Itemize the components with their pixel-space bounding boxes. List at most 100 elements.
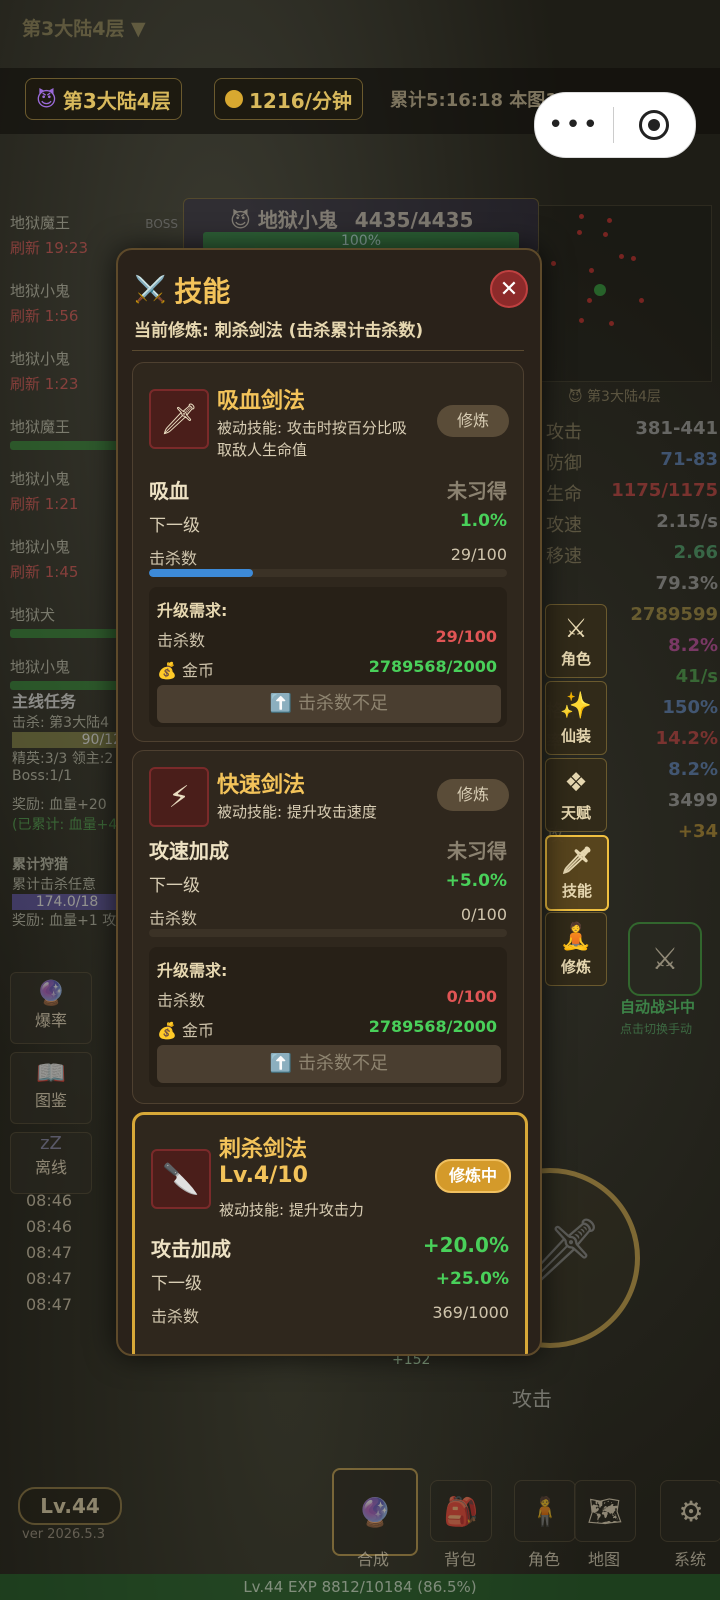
floor-dropdown[interactable]: 第3大陆4层 ▼	[22, 14, 146, 41]
stat-label: 生命	[546, 484, 582, 505]
nav-icon: 🗺	[587, 1494, 623, 1528]
auto-battle-button[interactable]: ⚔	[628, 922, 702, 996]
exp-bar: Lv.44 EXP 8812/10184 (86.5%)	[0, 1574, 720, 1600]
kills-progress-bar	[149, 569, 507, 577]
kills-value: 0/100	[460, 905, 507, 924]
next-value: +5.0%	[445, 871, 507, 891]
log-time: 08:46	[26, 1217, 73, 1236]
bottom-nav-1[interactable]: 🔮	[332, 1468, 418, 1556]
req-gold-value: 2789568/2000	[368, 1017, 497, 1036]
stat-value: 8.2%	[668, 635, 718, 656]
kills-row: 击杀数 0/100	[149, 905, 507, 929]
more-button[interactable]: •••	[535, 110, 613, 140]
codex-button[interactable]: 📖 图鉴	[10, 1052, 92, 1124]
side-tab-1[interactable]: ⚔ 角色	[545, 604, 607, 678]
skill-desc: 被动技能: 提升攻击力	[219, 1201, 364, 1219]
nav-icon: 🧍	[527, 1494, 563, 1528]
side-tab-2[interactable]: ✨ 仙装	[545, 681, 607, 755]
stat-row: 79.3%	[538, 573, 720, 594]
enemy-name: 😈 地狱小鬼 4435/4435	[230, 204, 473, 233]
divider	[132, 350, 524, 351]
enemy-marker	[619, 254, 624, 259]
offline-button[interactable]: zZ 离线	[10, 1132, 92, 1194]
nav-label: 背包	[443, 1550, 476, 1569]
minimap-label: 😈 第3大陆4层	[568, 389, 661, 405]
log-time: 08:47	[26, 1269, 73, 1288]
quest-title: 主线任务	[12, 692, 77, 711]
skill-card-assassin: 🔪 刺杀剑法 Lv.4/10 被动技能: 提升攻击力 修炼中 攻击加成 +20.…	[132, 1112, 528, 1354]
drop-rate-button[interactable]: 🔮 爆率	[10, 972, 92, 1044]
tab-label: 技能	[561, 881, 592, 900]
drop-rate-icon: 🔮	[36, 979, 66, 1007]
enemy-marker	[609, 321, 614, 326]
next-label: 下一级	[151, 1274, 202, 1294]
gold-rate-label: 1216/分钟	[249, 88, 352, 113]
modal-title-label: 技能	[174, 275, 231, 308]
skill-card-quick: ⚡ 快速剑法 被动技能: 提升攻击速度 修炼 攻速加成 未习得 下一级 +5.0…	[132, 750, 524, 1104]
stat-value: 1175/1175	[611, 480, 718, 501]
quest-panel: 主线任务 击杀: 第3大陆4 90/12 精英:3/3 领主:2 Boss:1/…	[12, 688, 122, 930]
bottom-nav-3[interactable]: 🧍	[514, 1480, 576, 1542]
stat-value: 2.66	[673, 542, 718, 563]
enemy-hp-value: 4435/4435	[354, 208, 474, 232]
skill-desc: 被动技能: 提升攻击速度	[217, 803, 377, 821]
skill-level: Lv.4/10	[219, 1163, 308, 1188]
current-training: 当前修炼: 刺杀剑法 (击杀累计击杀数)	[134, 321, 424, 341]
stat-row: 防御 71-83	[538, 449, 720, 475]
kills-label: 击杀数	[149, 909, 198, 928]
tab-label: 天赋	[560, 803, 591, 822]
req-gold-value: 2789568/2000	[368, 657, 497, 676]
book-icon: 📖	[36, 1059, 66, 1087]
combat-log: 08:46 08:46 08:47 08:47 08:47	[26, 1188, 72, 1318]
enemy-marker	[589, 268, 594, 273]
side-tab-3[interactable]: ❖ 天赋	[545, 758, 607, 832]
tab-label: 仙装	[560, 726, 591, 745]
quest-progress: 90/12	[12, 732, 122, 748]
dagger-icon: 🗡	[149, 389, 209, 449]
bottom-nav-2[interactable]: 🎒	[430, 1480, 492, 1542]
stat-label: 攻击	[546, 422, 582, 443]
next-value: 1.0%	[459, 511, 507, 531]
stat-value: 79.3%	[655, 573, 718, 594]
codex-label: 图鉴	[34, 1091, 67, 1110]
req-gold-row: 💰 金币 2789568/2000	[157, 657, 497, 681]
stat-label: 攻速加成	[149, 839, 229, 863]
next-level-row: 下一级 +25.0%	[151, 1269, 509, 1294]
skill-card-vampire: 🗡 吸血剑法 被动技能: 攻击时按百分比吸取敌人生命值 修炼 吸血 未习得 下一…	[132, 362, 524, 742]
side-tab-4[interactable]: 🗡 技能	[545, 835, 609, 911]
stat-label: 吸血	[149, 479, 189, 503]
upgrade-button[interactable]: ⬆️ 击杀数不足	[157, 685, 501, 723]
close-miniprogram-button[interactable]	[614, 110, 694, 140]
req-kills-label: 击杀数	[157, 631, 206, 650]
stat-value: 未习得	[447, 479, 507, 503]
req-kills-row: 击杀数 0/100	[157, 987, 497, 1011]
next-level-row: 下一级 +5.0%	[149, 871, 507, 896]
close-button[interactable]: ✕	[490, 270, 528, 308]
enemy-hp-pct: 100%	[340, 233, 382, 249]
bottom-nav-5[interactable]: ⚙	[660, 1480, 720, 1542]
req-kills-value: 0/100	[446, 987, 497, 1006]
stat-label: 攻击加成	[151, 1237, 231, 1261]
bottom-nav-4[interactable]: 🗺	[574, 1480, 636, 1542]
enemy-marker	[607, 218, 612, 223]
log-time: 08:47	[26, 1295, 73, 1314]
req-title: 升级需求:	[157, 601, 228, 620]
training-button[interactable]: 修炼中	[435, 1159, 511, 1193]
stat-label: 攻速	[546, 515, 582, 536]
target-icon	[639, 110, 669, 140]
train-button[interactable]: 修炼	[437, 405, 509, 437]
stat-value: 8.2%	[668, 759, 718, 780]
lightning-icon: ⚡	[149, 767, 209, 827]
stat-value: 3499	[667, 790, 718, 811]
req-gold-row: 💰 金币 2789568/2000	[157, 1017, 497, 1041]
train-button[interactable]: 修炼	[437, 779, 509, 811]
floor-chip[interactable]: 😈 第3大陆4层	[25, 78, 182, 120]
upgrade-requirements: 升级需求: 击杀数 29/100 💰 金币 2789568/2000 ⬆️ 击杀…	[149, 587, 507, 727]
knife-icon: 🔪	[151, 1149, 211, 1209]
coin-icon	[225, 90, 243, 108]
req-kills-label: 击杀数	[157, 991, 206, 1010]
minimap[interactable]	[538, 205, 712, 382]
upgrade-button[interactable]: ⬆️ 击杀数不足	[157, 1045, 501, 1083]
stat-row: 攻速 2.15/s	[538, 511, 720, 537]
side-tab-5[interactable]: 🧘 修炼	[545, 912, 607, 986]
